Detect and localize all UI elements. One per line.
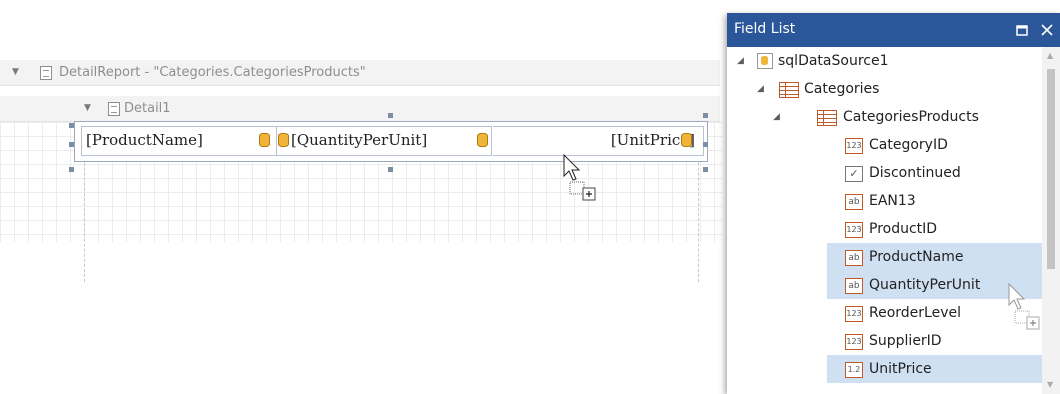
vertical-scrollbar[interactable]: ▲ ▼ bbox=[1042, 47, 1060, 394]
resize-handle[interactable] bbox=[703, 167, 708, 172]
field-label: Discontinued bbox=[869, 165, 961, 181]
tree-node-datasource[interactable]: ◢ sqlDataSource1 bbox=[727, 47, 1042, 75]
database-field-icon bbox=[681, 133, 692, 147]
table-cell-productname[interactable]: [ProductName] bbox=[81, 126, 277, 156]
field-label: ProductName bbox=[869, 249, 964, 265]
datasource-icon bbox=[757, 53, 773, 69]
numeric-field-icon: 123 bbox=[845, 306, 863, 322]
report-designer-surface[interactable]: ▼ DetailReport - "Categories.CategoriesP… bbox=[0, 0, 808, 394]
field-item[interactable]: 123 ProductID bbox=[827, 215, 1042, 243]
string-field-icon: ab bbox=[845, 250, 863, 266]
boolean-field-icon: ✓ bbox=[845, 166, 863, 182]
resize-handle[interactable] bbox=[388, 167, 393, 172]
decimal-field-icon: 1.2 bbox=[845, 362, 863, 378]
detail-band-label: Detail1 bbox=[124, 101, 171, 116]
string-field-icon: ab bbox=[845, 278, 863, 294]
field-list-panel: Field List ◢ sqlDataSource1 ◢ Categories… bbox=[727, 13, 1060, 394]
resize-handle[interactable] bbox=[69, 123, 74, 128]
numeric-field-icon: 123 bbox=[845, 222, 863, 238]
field-label: ProductID bbox=[869, 221, 938, 237]
database-field-icon bbox=[259, 133, 270, 147]
detail-band-header[interactable]: ▼ Detail1 bbox=[0, 96, 720, 122]
tree-node-label: Categories bbox=[804, 81, 880, 97]
tree-node-categories[interactable]: ◢ Categories bbox=[727, 75, 1042, 103]
cell-text: [ProductName] bbox=[86, 131, 203, 149]
database-field-icon bbox=[278, 133, 289, 147]
resize-handle[interactable] bbox=[703, 113, 708, 118]
resize-handle[interactable] bbox=[69, 142, 74, 147]
tree-node-label: sqlDataSource1 bbox=[778, 53, 889, 69]
table-cell-unitprice[interactable]: [UnitPrice] bbox=[493, 126, 704, 156]
drag-copy-cursor-icon bbox=[1008, 283, 1040, 330]
panel-title: Field List bbox=[734, 21, 796, 37]
resize-handle[interactable] bbox=[388, 113, 393, 118]
field-item[interactable]: 123 CategoryID bbox=[827, 131, 1042, 159]
collapse-arrow-icon[interactable]: ▼ bbox=[12, 60, 19, 85]
tree-node-label: CategoriesProducts bbox=[843, 109, 979, 125]
table-icon bbox=[817, 110, 837, 126]
numeric-field-icon: 123 bbox=[845, 138, 863, 154]
band-icon bbox=[108, 102, 120, 116]
detail-report-label: DetailReport - "Categories.CategoriesPro… bbox=[59, 65, 366, 80]
resize-handle[interactable] bbox=[69, 167, 74, 172]
expand-arrow-icon[interactable]: ◢ bbox=[757, 75, 764, 103]
scroll-down-icon[interactable]: ▼ bbox=[1047, 380, 1053, 389]
band-icon bbox=[40, 66, 52, 80]
cell-text: [QuantityPerUnit] bbox=[291, 131, 428, 149]
field-label: EAN13 bbox=[869, 193, 916, 209]
string-field-icon: ab bbox=[845, 194, 863, 210]
table-cell-quantityperunit[interactable]: [QuantityPerUnit] bbox=[275, 126, 492, 156]
expand-arrow-icon[interactable]: ◢ bbox=[773, 103, 780, 131]
resize-handle[interactable] bbox=[703, 142, 708, 147]
maximize-icon[interactable] bbox=[1016, 25, 1028, 36]
table-icon bbox=[779, 82, 799, 98]
field-list-titlebar[interactable]: Field List bbox=[727, 13, 1060, 47]
field-label: ReorderLevel bbox=[869, 305, 961, 321]
field-item-selected[interactable]: ab ProductName bbox=[827, 243, 1042, 271]
database-field-icon bbox=[477, 133, 488, 147]
close-icon[interactable] bbox=[1041, 24, 1053, 36]
tree-node-categoriesproducts[interactable]: ◢ CategoriesProducts bbox=[727, 103, 1042, 131]
field-item[interactable]: ✓ Discontinued bbox=[827, 159, 1042, 187]
field-item-selected[interactable]: 1.2 UnitPrice bbox=[827, 355, 1042, 383]
scrollbar-thumb[interactable] bbox=[1047, 69, 1055, 269]
collapse-arrow-icon[interactable]: ▼ bbox=[84, 96, 91, 121]
detail-report-band-header[interactable]: ▼ DetailReport - "Categories.CategoriesP… bbox=[0, 60, 720, 86]
numeric-field-icon: 123 bbox=[845, 334, 863, 350]
scroll-up-icon[interactable]: ▲ bbox=[1047, 51, 1053, 60]
field-label: CategoryID bbox=[869, 137, 948, 153]
field-tree[interactable]: ◢ sqlDataSource1 ◢ Categories ◢ Categori… bbox=[727, 47, 1042, 394]
field-label: QuantityPerUnit bbox=[869, 277, 981, 293]
report-table[interactable]: [ProductName] [QuantityPerUnit] [UnitPri… bbox=[74, 121, 708, 162]
field-label: UnitPrice bbox=[869, 361, 932, 377]
field-label: SupplierID bbox=[869, 333, 942, 349]
drag-copy-cursor-icon bbox=[563, 154, 596, 201]
expand-arrow-icon[interactable]: ◢ bbox=[737, 47, 744, 75]
field-item[interactable]: ab EAN13 bbox=[827, 187, 1042, 215]
